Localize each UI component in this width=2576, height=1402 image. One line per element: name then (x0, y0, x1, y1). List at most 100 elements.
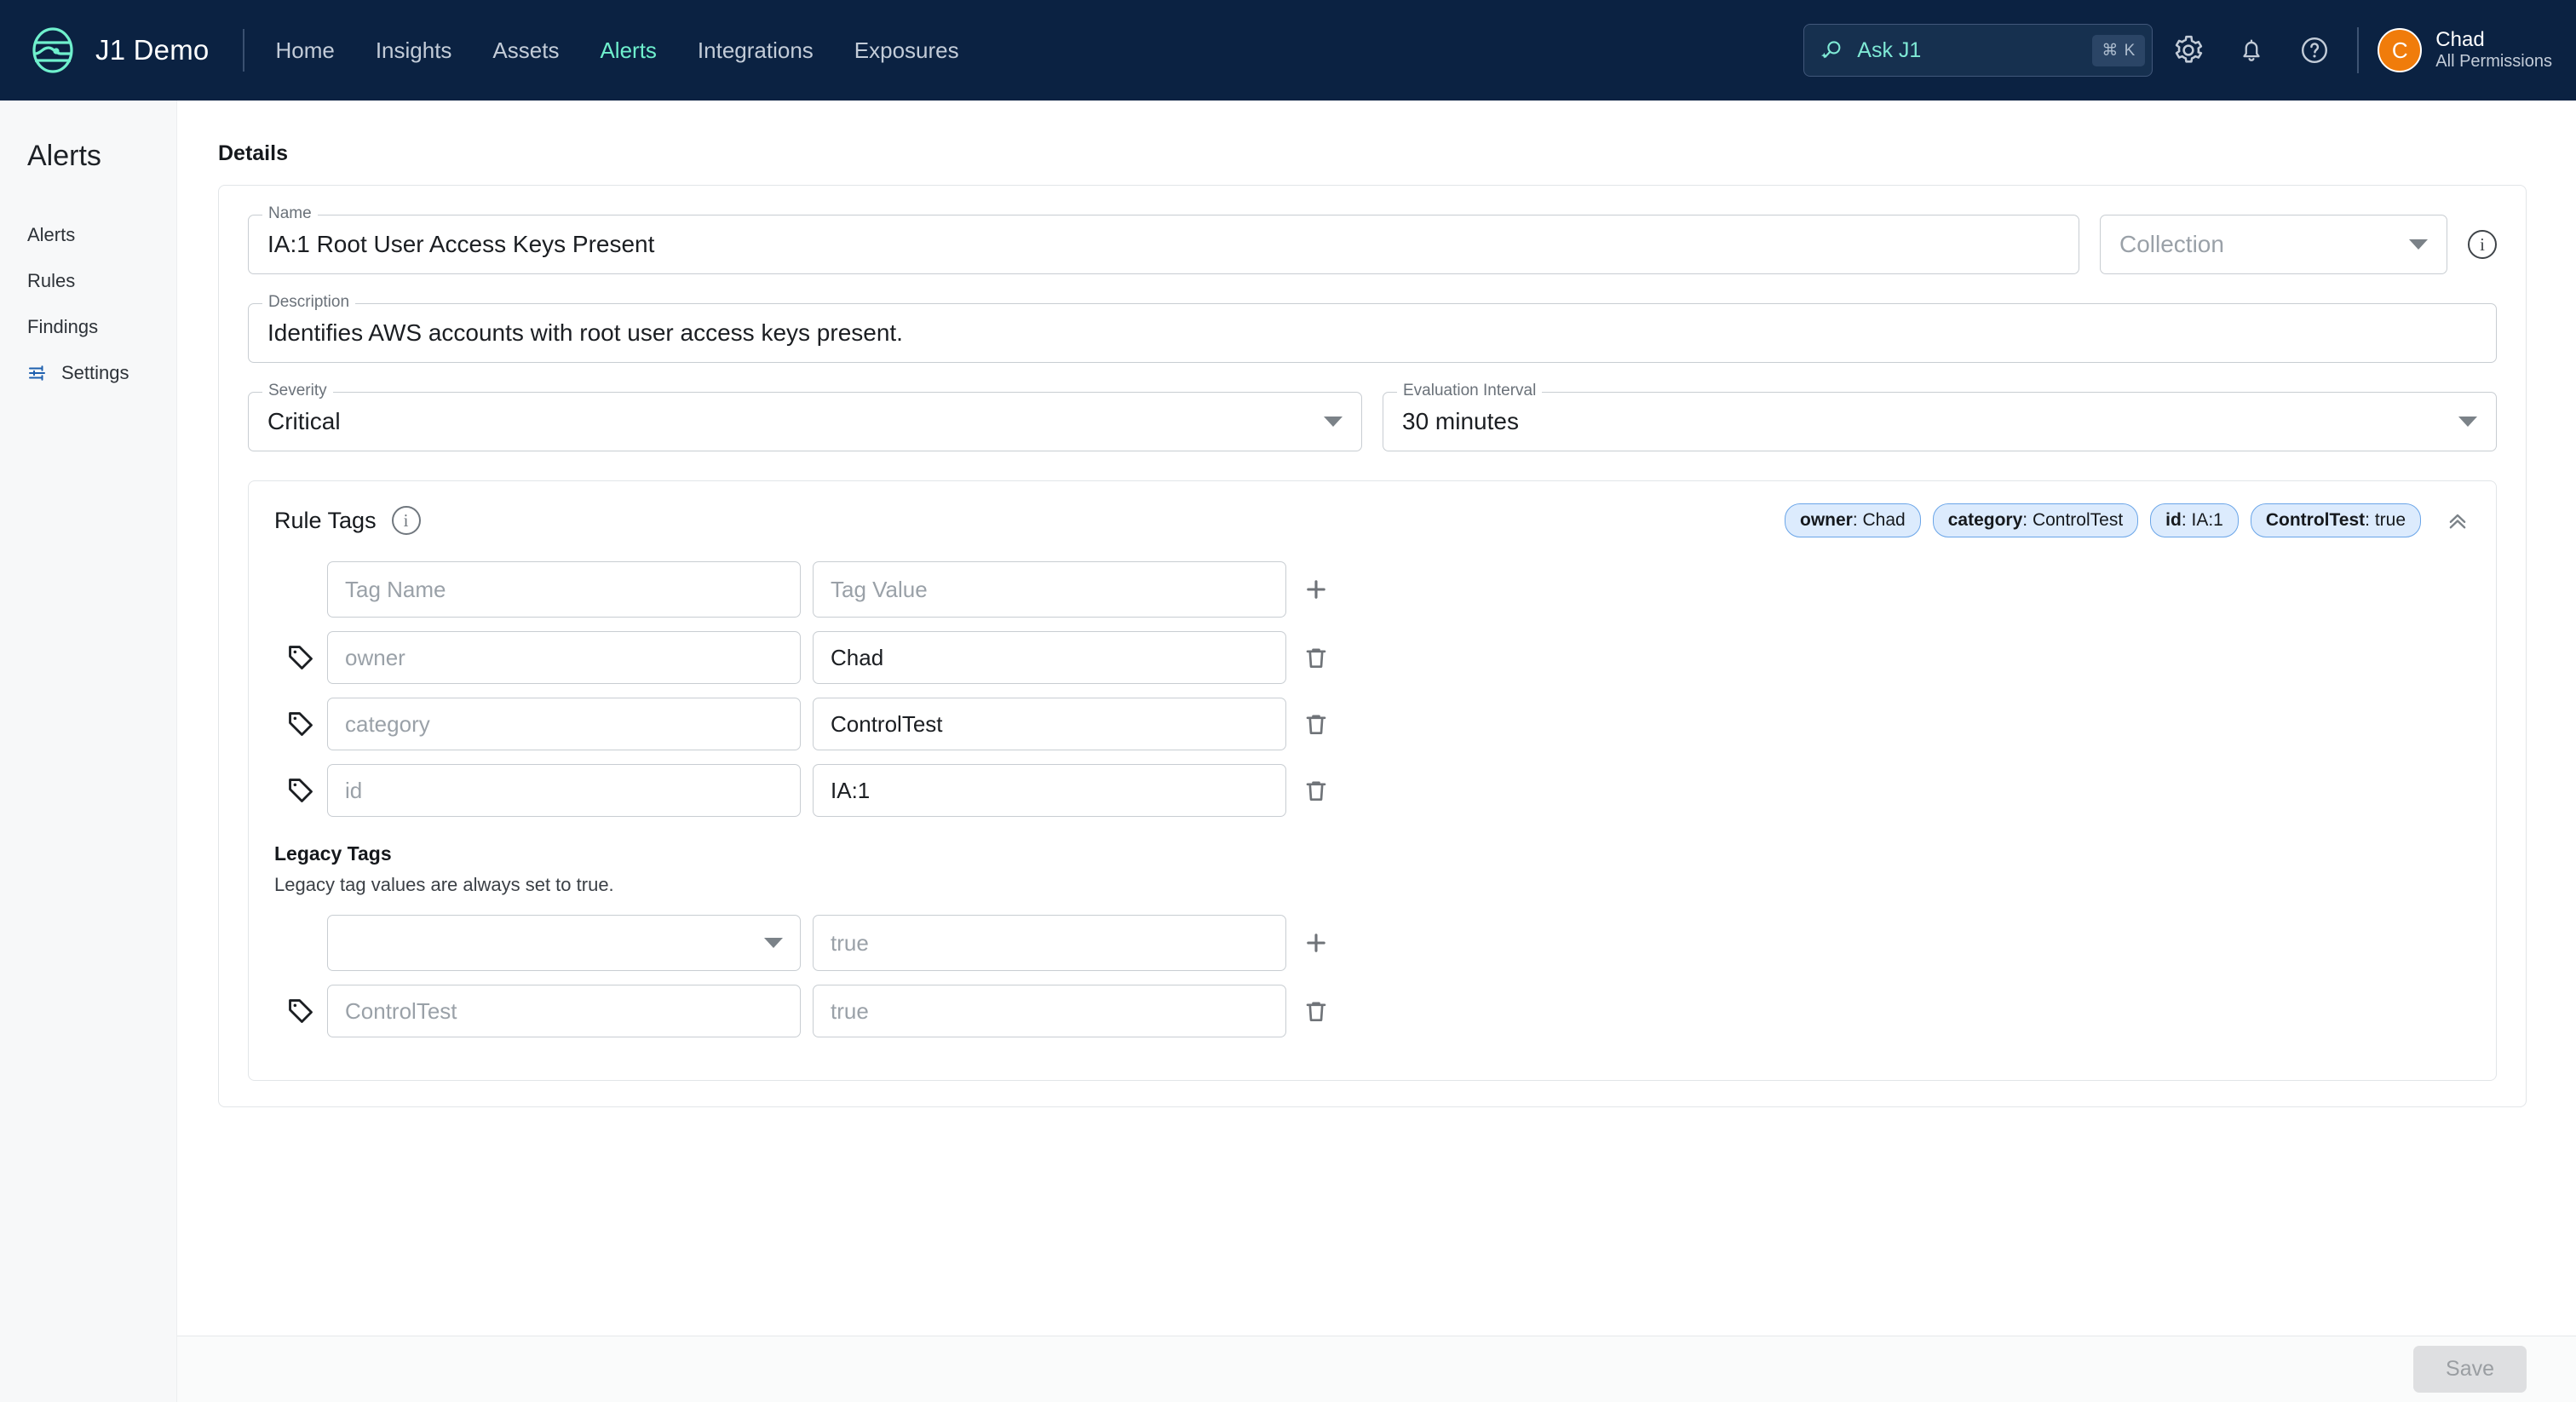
new-tag-value-input[interactable]: Tag Value (813, 561, 1286, 618)
rule-tags-title: Rule Tags (274, 507, 377, 533)
tag-chip[interactable]: id: IA:1 (2150, 503, 2239, 537)
tag-chip-value: true (2374, 510, 2406, 530)
legacy-tag-value-input[interactable]: true (813, 985, 1286, 1037)
collection-select[interactable]: Collection (2100, 215, 2447, 274)
plus-icon (1307, 580, 1325, 599)
question-mark-circle-icon (2302, 37, 2328, 63)
brand[interactable]: J1 Demo (29, 26, 209, 74)
tag-chip-key: ControlTest (2265, 510, 2366, 530)
tag-value-value: Chad (831, 644, 884, 670)
tag-chip[interactable]: ControlTest: true (2250, 503, 2421, 537)
tag-value-input[interactable]: IA:1 (813, 764, 1286, 817)
tag-name-input[interactable]: category (327, 698, 801, 750)
tag-chip-value: IA:1 (2191, 510, 2223, 530)
settings-button[interactable] (2161, 23, 2216, 78)
tag-chip-key: owner (1800, 510, 1853, 530)
tag-row: owner Chad (274, 631, 2470, 684)
sidebar: Alerts Alerts Rules Findings Settings (0, 101, 177, 1402)
legacy-tags-title: Legacy Tags (274, 842, 392, 865)
chevron-down-icon (1324, 417, 1343, 427)
ask-j1-search-button[interactable]: Ask J1 ⌘ K (1803, 24, 2153, 77)
sidebar-item-rules[interactable]: Rules (0, 258, 176, 304)
tag-name-input[interactable]: owner (327, 631, 801, 684)
legacy-tag-name-input[interactable]: ControlTest (327, 985, 801, 1037)
new-tag-value-placeholder: Tag Value (831, 576, 928, 602)
user-menu[interactable]: C Chad All Permissions (2378, 28, 2552, 72)
name-field-label: Name (262, 205, 318, 221)
details-form: Details Name IA:1 Root User Access Keys … (177, 101, 2576, 1336)
collection-info-icon[interactable]: i (2468, 230, 2497, 259)
ask-j1-label: Ask J1 (1857, 37, 1922, 62)
help-button[interactable] (2287, 23, 2342, 78)
name-field-value: IA:1 Root User Access Keys Present (267, 231, 655, 257)
tag-value-value: IA:1 (831, 777, 871, 803)
avatar: C (2378, 28, 2423, 72)
add-tag-button[interactable] (1286, 575, 1346, 604)
evaluation-interval-select[interactable]: Evaluation Interval 30 minutes (1383, 382, 2497, 451)
trash-icon (1306, 648, 1326, 668)
new-tag-name-placeholder: Tag Name (345, 576, 446, 602)
new-tag-name-input[interactable]: Tag Name (327, 561, 801, 618)
tag-value-value: ControlTest (831, 710, 943, 737)
delete-tag-button[interactable] (1286, 710, 1346, 738)
tag-value-input[interactable]: ControlTest (813, 698, 1286, 750)
nav-item-integrations[interactable]: Integrations (698, 37, 814, 64)
rule-tags-info-icon[interactable]: i (391, 506, 421, 535)
tag-name-value: id (345, 777, 363, 803)
gear-icon (2176, 35, 2203, 63)
add-legacy-tag-button[interactable] (1286, 928, 1346, 957)
tag-chip-value: Chad (1862, 510, 1906, 530)
sidebar-item-label: Alerts (27, 224, 76, 245)
sidebar-item-settings[interactable]: Settings (0, 350, 176, 396)
rule-tags-chip-list: owner: Chad category: ControlTest id: IA… (1785, 503, 2470, 537)
header-divider (2357, 27, 2360, 73)
notifications-button[interactable] (2224, 23, 2279, 78)
sidebar-item-label: Settings (61, 362, 129, 383)
tag-chip[interactable]: category: ControlTest (1932, 503, 2139, 537)
nav-item-insights[interactable]: Insights (376, 37, 452, 64)
description-field-label: Description (262, 294, 356, 310)
tag-chip-value: ControlTest (2032, 510, 2124, 530)
page-body: Alerts Alerts Rules Findings Settings De… (0, 101, 2576, 1402)
tag-icon (274, 776, 327, 805)
save-button[interactable]: Save (2413, 1346, 2527, 1393)
tag-icon (274, 643, 327, 672)
tag-name-value: category (345, 710, 430, 737)
form-footer: Save (177, 1336, 2576, 1402)
chevron-double-up-icon (2449, 514, 2466, 529)
sidebar-item-alerts[interactable]: Alerts (0, 212, 176, 258)
delete-legacy-tag-button[interactable] (1286, 997, 1346, 1025)
rule-tags-header: Rule Tags i owner: Chad category: Contro… (274, 503, 2470, 537)
nav-item-alerts[interactable]: Alerts (600, 37, 656, 64)
main-content: Details Name IA:1 Root User Access Keys … (177, 101, 2576, 1402)
nav-item-home[interactable]: Home (275, 37, 334, 64)
nav-item-assets[interactable]: Assets (492, 37, 559, 64)
collection-select-value: Collection (2119, 231, 2224, 257)
nav-item-exposures[interactable]: Exposures (854, 37, 959, 64)
new-legacy-tag-select[interactable] (327, 915, 801, 971)
tag-chip[interactable]: owner: Chad (1785, 503, 1921, 537)
tag-value-input[interactable]: Chad (813, 631, 1286, 684)
tag-chip-key: category (1947, 510, 2023, 530)
name-row: Name IA:1 Root User Access Keys Present … (248, 205, 2497, 274)
new-legacy-tag-value-input[interactable]: true (813, 915, 1286, 971)
delete-tag-button[interactable] (1286, 644, 1346, 671)
sidebar-item-findings[interactable]: Findings (0, 304, 176, 350)
severity-select[interactable]: Severity Critical (248, 382, 1362, 451)
brand-name: J1 Demo (95, 34, 210, 66)
tag-row: category ControlTest (274, 698, 2470, 750)
collapse-rule-tags-button[interactable] (2445, 508, 2470, 533)
primary-nav: Home Insights Assets Alerts Integrations… (275, 37, 958, 64)
tag-name-input[interactable]: id (327, 764, 801, 817)
name-field[interactable]: Name IA:1 Root User Access Keys Present (248, 205, 2079, 274)
jupiterone-logo-icon (32, 27, 73, 73)
details-panel: Name IA:1 Root User Access Keys Present … (218, 185, 2527, 1107)
severity-interval-row: Severity Critical Evaluation Interval 30… (248, 382, 2497, 451)
nav-divider (243, 29, 245, 72)
delete-tag-button[interactable] (1286, 777, 1346, 804)
description-field[interactable]: Description Identifies AWS accounts with… (248, 294, 2497, 363)
plus-icon (1307, 934, 1325, 952)
header-actions: Ask J1 ⌘ K C Chad All Permissions (1803, 23, 2552, 78)
legacy-tag-value-value: true (831, 997, 869, 1024)
sidebar-item-label: Rules (27, 270, 76, 291)
